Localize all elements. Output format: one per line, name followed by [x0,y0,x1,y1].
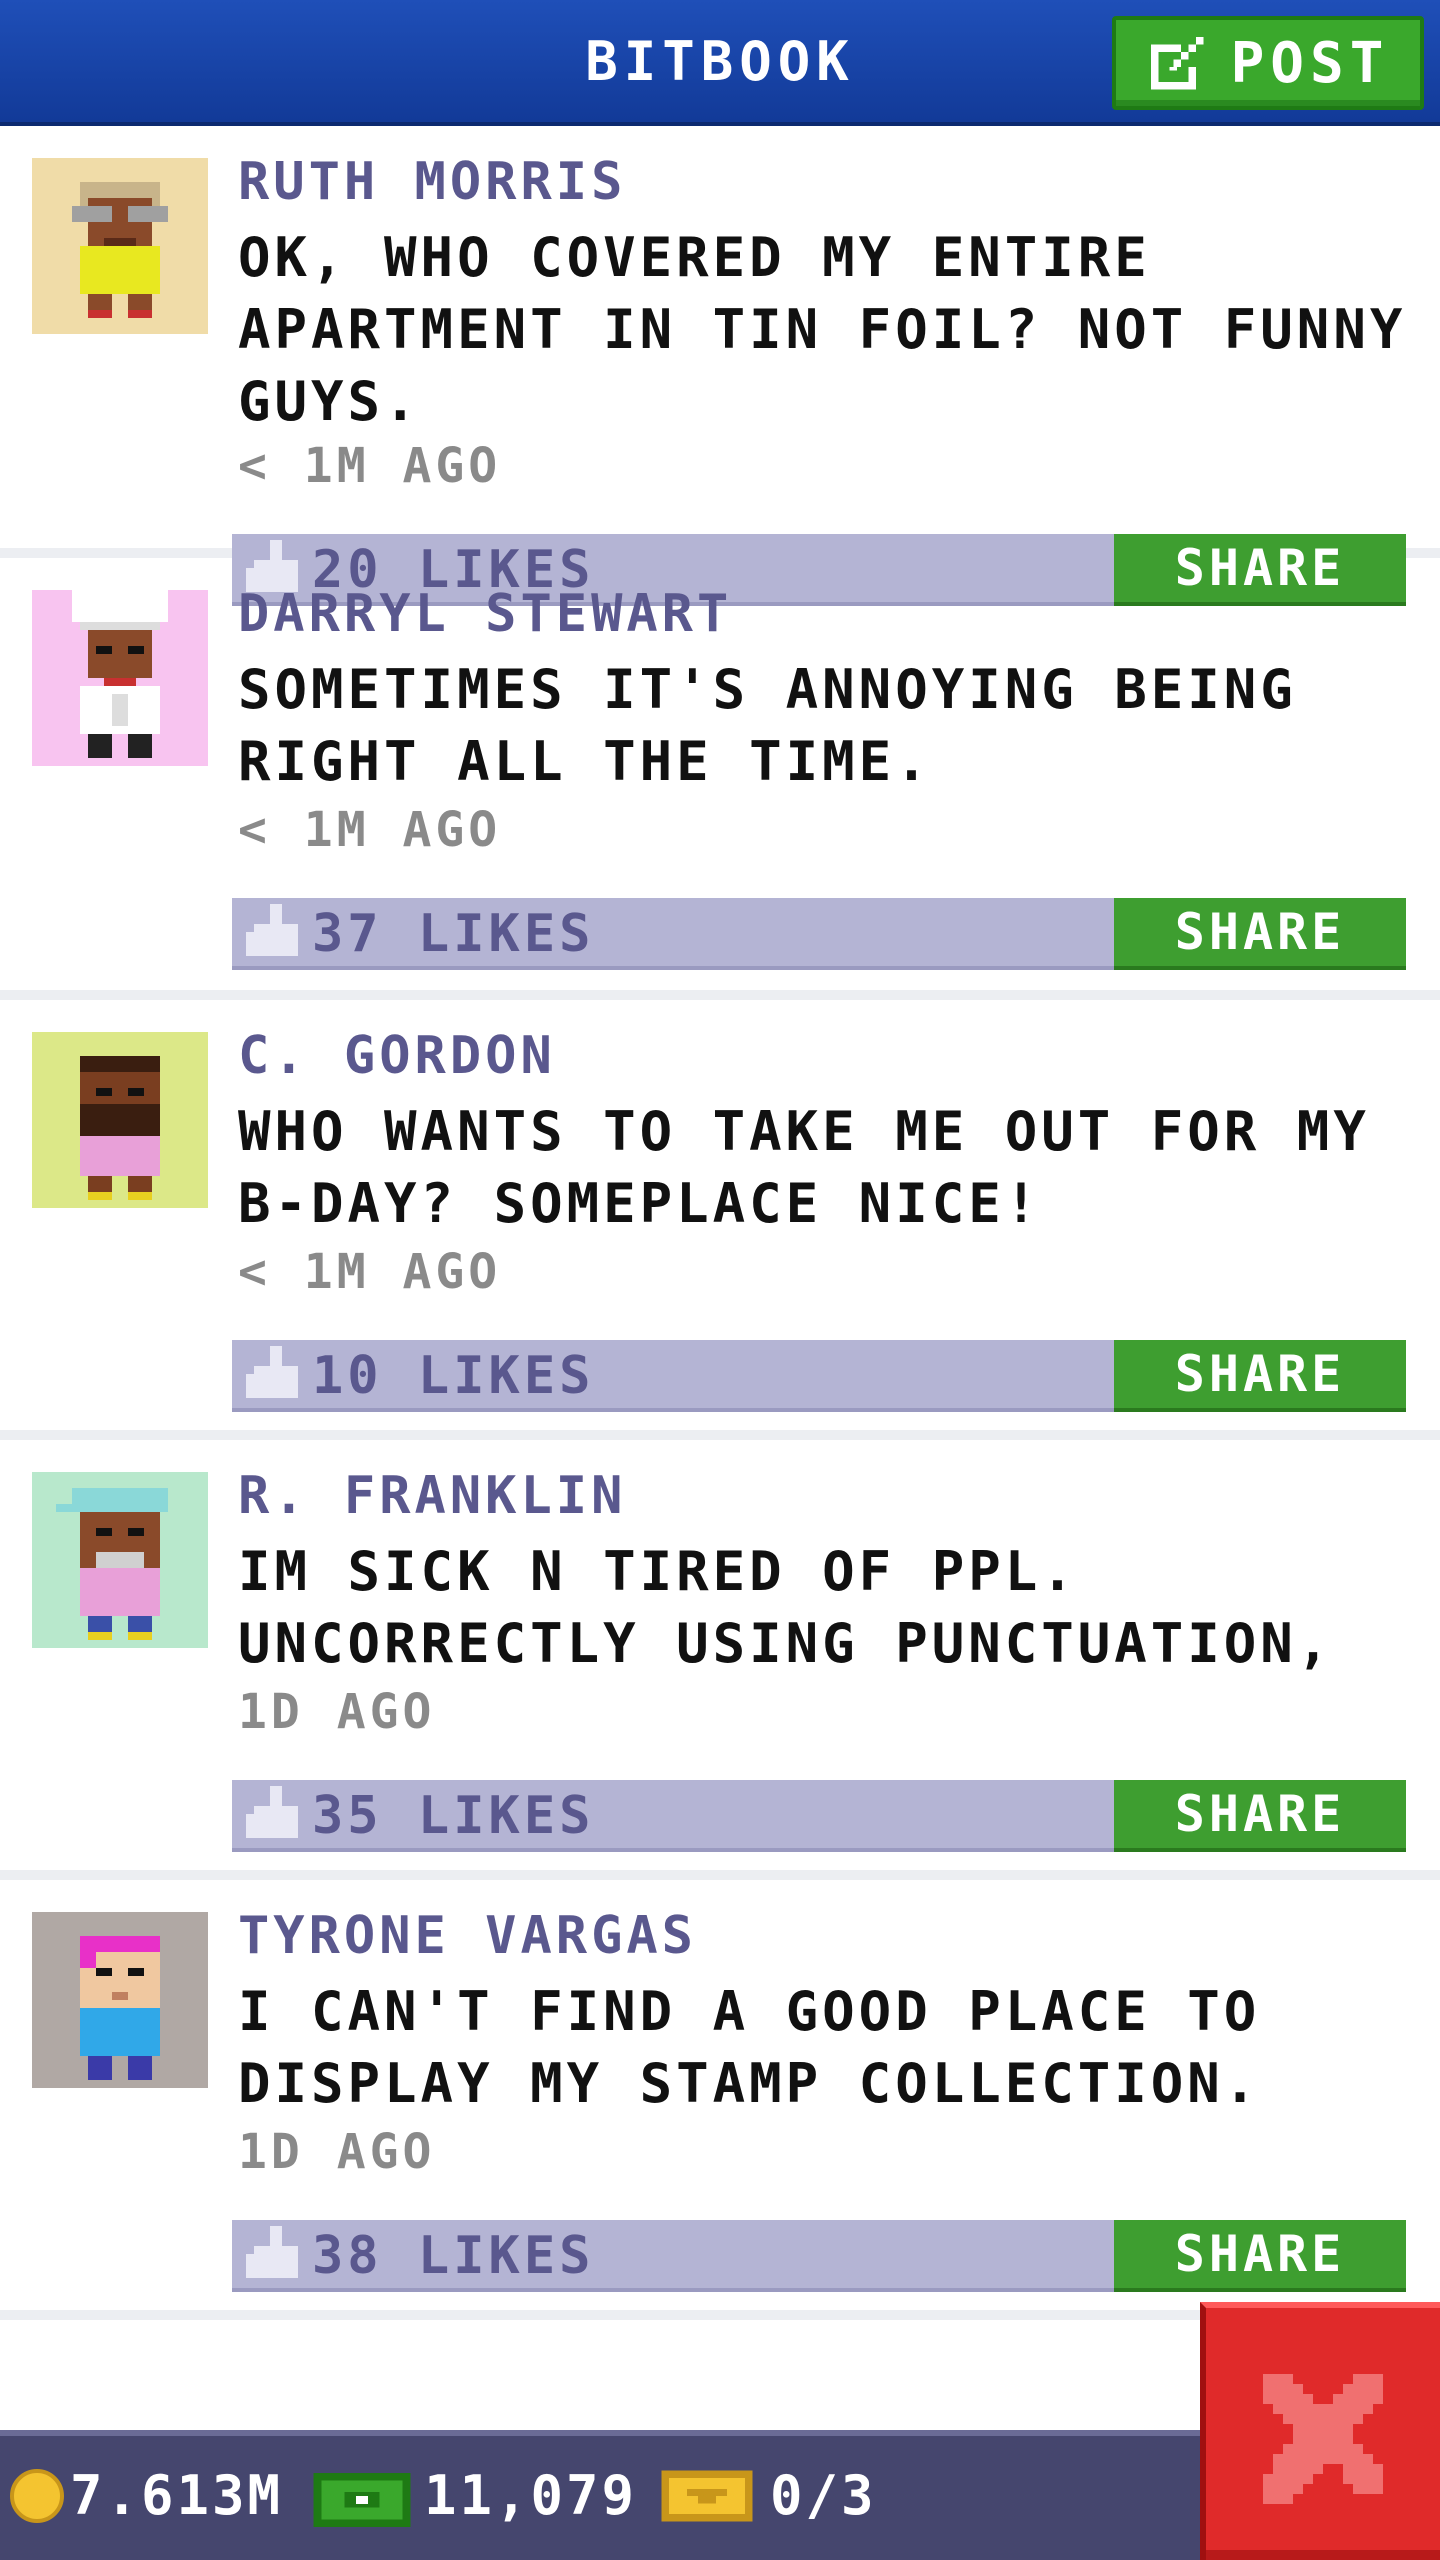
avatar-cap-man-icon [56,1488,168,1640]
author-name[interactable]: RUTH MORRIS [238,152,626,212]
avatar[interactable] [32,1032,208,1208]
avatar-pink-hair-man-icon [80,1936,160,2080]
feed-post: TYRONE VARGAS I CAN'T FIND A GOOD PLACE … [0,1880,1440,2320]
bux-value: 11,079 [424,2464,638,2527]
avatar-bearded-man-icon [80,1056,160,1200]
feed-post: RUTH MORRIS OK, WHO COVERED MY ENTIRE AP… [0,126,1440,606]
ticket-icon [661,2470,753,2521]
avatar[interactable] [32,590,208,766]
feed-list: RUTH MORRIS OK, WHO COVERED MY ENTIRE AP… [0,126,1440,2320]
tickets-counter: 0/3 [660,2464,877,2527]
thumbs-up-icon[interactable] [246,1346,302,1406]
thumbs-up-icon[interactable] [246,1786,302,1846]
share-button[interactable]: SHARE [1114,2220,1406,2292]
likes-count: 38 LIKES [312,2226,595,2286]
avatar-elderly-woman-icon [72,182,168,318]
close-button[interactable] [1200,2302,1440,2560]
post-button[interactable]: POST [1112,16,1424,110]
bux-counter: 11,079 [312,2464,637,2527]
likes-bar: 10 LIKES SHARE [232,1340,1406,1412]
likes-count: 37 LIKES [312,904,595,964]
tickets-value: 0/3 [770,2464,877,2527]
share-button[interactable]: SHARE [1114,898,1406,970]
avatar[interactable] [32,1912,208,2088]
likes-count: 10 LIKES [312,1346,595,1406]
coin-icon [10,2468,64,2523]
post-text: OK, WHO COVERED MY ENTIRE APARTMENT IN T… [238,226,1407,433]
author-name[interactable]: TYRONE VARGAS [238,1906,697,1966]
close-icon [1263,2374,1383,2504]
feed-post: DARRYL STEWART SOMETIMES IT'S ANNOYING B… [0,558,1440,1000]
likes-bar: 38 LIKES SHARE [232,2220,1406,2292]
post-time: < 1M AGO [238,438,502,494]
avatar[interactable] [32,158,208,334]
edit-icon [1150,36,1203,90]
post-text: WHO WANTS TO TAKE ME OUT FOR MY B-DAY? S… [238,1100,1370,1235]
likes-bar: 37 LIKES SHARE [232,898,1406,970]
post-text: SOMETIMES IT'S ANNOYING BEING RIGHT ALL … [238,658,1297,793]
post-time: < 1M AGO [238,1244,502,1300]
coins-counter: 7.613M [10,2464,283,2527]
app-header: BITBOOK POST [0,0,1440,126]
post-time: 1D AGO [238,2124,436,2180]
feed-post: R. FRANKLIN IM SICK N TIRED OF PPL. UNCO… [0,1440,1440,1880]
thumbs-up-icon[interactable] [246,904,302,964]
share-button[interactable]: SHARE [1114,1780,1406,1852]
thumbs-up-icon[interactable] [246,2226,302,2286]
post-time: < 1M AGO [238,802,502,858]
share-button[interactable]: SHARE [1114,1340,1406,1412]
likes-bar: 35 LIKES SHARE [232,1780,1406,1852]
avatar-chef-icon [72,590,168,758]
post-time: 1D AGO [238,1684,436,1740]
author-name[interactable]: R. FRANKLIN [238,1466,626,1526]
author-name[interactable]: C. GORDON [238,1026,556,1086]
post-button-label: POST [1230,30,1390,96]
bux-cash-icon [313,2472,411,2527]
feed-post: C. GORDON WHO WANTS TO TAKE ME OUT FOR M… [0,1000,1440,1440]
author-name[interactable]: DARRYL STEWART [238,584,732,644]
coins-value: 7.613M [70,2464,284,2527]
post-text: I CAN'T FIND A GOOD PLACE TO DISPLAY MY … [238,1980,1261,2115]
post-text: IM SICK N TIRED OF PPL. UNCORRECTLY USIN… [238,1540,1334,1675]
likes-count: 35 LIKES [312,1786,595,1846]
avatar[interactable] [32,1472,208,1648]
